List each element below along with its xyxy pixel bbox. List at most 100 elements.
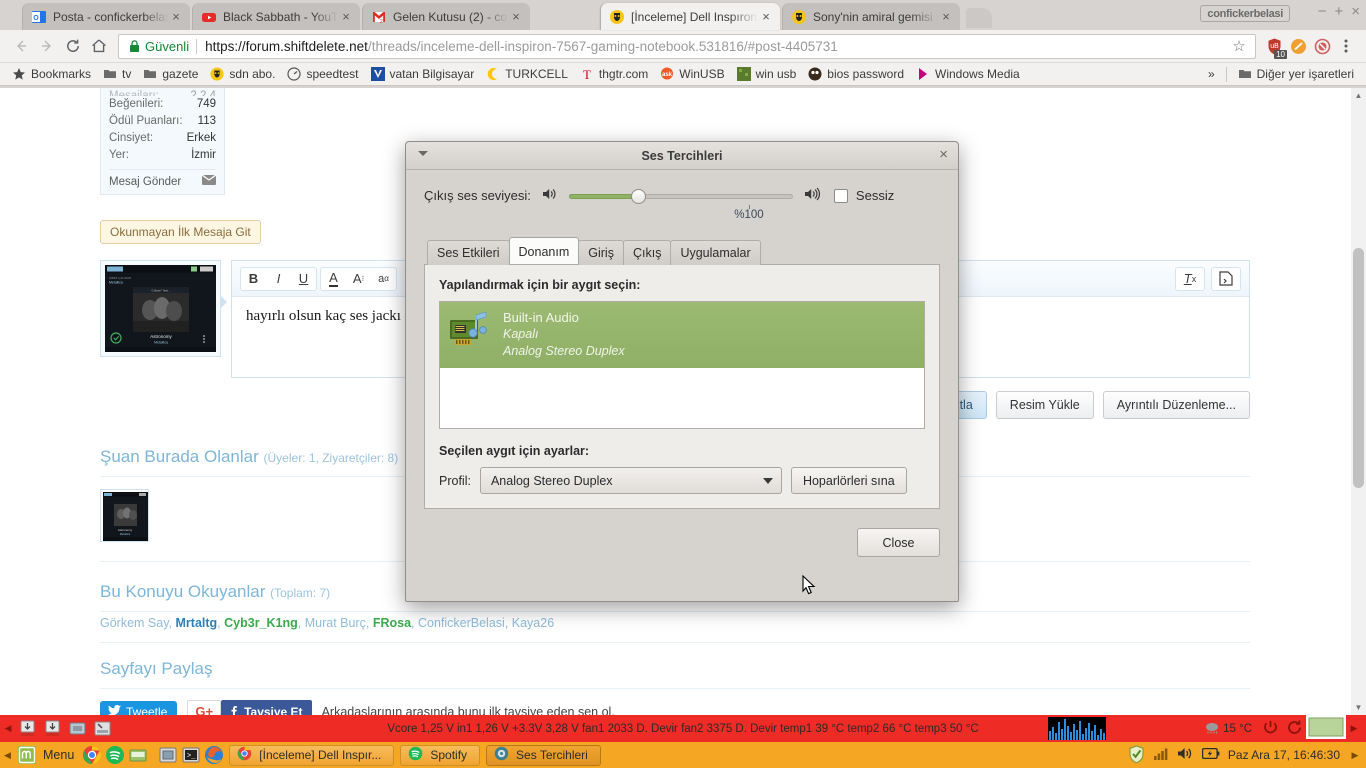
bookmark-item-7[interactable]: T thgtr.com (574, 64, 654, 84)
reader-link[interactable]: Murat Burç (305, 616, 366, 630)
forward-icon[interactable] (34, 33, 60, 59)
tab-output[interactable]: Çıkış (622, 240, 672, 265)
profile-select[interactable]: Analog Stereo Duplex (479, 467, 782, 494)
close-window-icon[interactable]: × (1351, 4, 1360, 20)
italic-icon[interactable]: I (266, 268, 291, 290)
scroll-up-icon[interactable]: ▲ (1351, 88, 1366, 103)
extension-icon-disabled[interactable] (1310, 33, 1334, 59)
disk-tool-icon[interactable] (91, 717, 114, 740)
power-icon[interactable] (1258, 719, 1282, 739)
bookmark-item-5[interactable]: vatan Bilgisayar (365, 64, 481, 84)
close-icon[interactable]: × (168, 9, 184, 25)
panel-expand-handle[interactable]: ▶ (1348, 750, 1362, 761)
font-size-icon[interactable]: A ⁝ (346, 268, 371, 290)
new-tab-button[interactable] (966, 8, 992, 28)
send-message-link[interactable]: Mesaj Gönder (109, 173, 217, 188)
back-icon[interactable] (8, 33, 34, 59)
dialog-titlebar[interactable]: Ses Tercihleri × (406, 142, 958, 170)
terminal-icon[interactable]: >_ (181, 745, 201, 765)
tab-sound-effects[interactable]: Ses Etkileri (427, 240, 510, 265)
close-icon[interactable]: × (939, 147, 948, 163)
chrome-menu-icon[interactable] (1334, 33, 1358, 59)
bookmark-item-3[interactable]: sdn abo. (204, 64, 281, 84)
font-family-icon[interactable]: aα (371, 268, 396, 290)
browser-tab-0[interactable]: O Posta - confickerbelasi@... × (22, 3, 190, 30)
bookmark-item-4[interactable]: speedtest (281, 64, 364, 84)
test-speakers-button[interactable]: Hoparlörleri sına (790, 467, 907, 494)
bookmarks-overflow-button[interactable]: » (1202, 64, 1221, 84)
usb-eject-icon[interactable] (41, 717, 64, 740)
close-icon[interactable]: × (758, 9, 774, 25)
files-icon[interactable] (128, 745, 148, 765)
close-button[interactable]: Close (857, 528, 940, 557)
scrollbar-thumb[interactable] (1353, 248, 1364, 488)
maximize-icon[interactable]: + (1334, 4, 1343, 20)
reader-link[interactable]: Cyb3r_K1ng (224, 616, 298, 630)
usb-eject-icon[interactable] (16, 717, 39, 740)
extension-icon-orange[interactable] (1286, 33, 1310, 59)
firefox-icon[interactable] (204, 745, 224, 765)
clock[interactable]: Paz Ara 17, 16:46:30 (1228, 748, 1340, 762)
sensors-chip-icon[interactable] (66, 717, 89, 740)
reader-link[interactable]: Görkem Say (100, 616, 169, 630)
bookmark-item-0[interactable]: Bookmarks (6, 64, 97, 84)
browser-tab-3-active[interactable]: [İnceleme] Dell Inspıron... × (600, 3, 780, 30)
bookmark-item-2[interactable]: gazete (137, 64, 204, 84)
readers-section-title[interactable]: Bu Konuyu Okuyanlar (100, 582, 265, 601)
browser-tab-2[interactable]: 2 Gelen Kutusu (2) - confi... × (362, 3, 530, 30)
page-scrollbar[interactable]: ▲ ▼ (1351, 88, 1366, 715)
bold-icon[interactable]: B (241, 268, 266, 290)
goto-first-unread-button[interactable]: Okunmayan İlk Mesaja Git (100, 220, 261, 244)
network-icon[interactable] (1153, 746, 1169, 764)
panel-collapse-handle[interactable]: ◀ (0, 750, 15, 761)
close-icon[interactable]: × (508, 9, 524, 25)
bookmark-item-10[interactable]: bios password (802, 64, 910, 84)
scroll-down-icon[interactable]: ▼ (1351, 700, 1366, 715)
toggle-bbcode-icon[interactable] (1212, 268, 1240, 290)
minimize-icon[interactable]: − (1318, 4, 1327, 20)
device-list[interactable]: Built-in Audio Kapalı Analog Stereo Dupl… (439, 301, 925, 429)
bookmark-item-6[interactable]: TURKCELL (480, 64, 574, 84)
ublock-extension-icon[interactable]: uB 10 (1262, 33, 1287, 59)
bookmark-item-1[interactable]: tv (97, 64, 137, 84)
bookmark-item-9[interactable]: win usb (731, 64, 803, 84)
mute-checkbox[interactable] (833, 188, 848, 203)
panel-collapse-handle[interactable]: ◀ (0, 723, 16, 734)
remove-format-icon[interactable]: Tx (1176, 268, 1204, 290)
reader-link[interactable]: Kaya26 (512, 616, 554, 630)
workspace-switcher-icon[interactable] (1306, 715, 1346, 742)
restart-icon[interactable] (1282, 719, 1306, 739)
screenshot-icon[interactable] (158, 745, 178, 765)
online-section-title[interactable]: Şuan Burada Olanlar (100, 447, 259, 466)
taskbar-window-sound-prefs[interactable]: Ses Tercihleri (486, 744, 601, 766)
close-icon[interactable]: × (338, 9, 354, 25)
font-color-icon[interactable]: A (321, 268, 346, 290)
mute-row[interactable]: Sessiz (833, 188, 894, 203)
slider-handle[interactable] (630, 188, 646, 204)
google-plus-button[interactable]: G+ (187, 700, 222, 715)
browser-tab-4[interactable]: Sony'nin amiral gemisi s... × (782, 3, 960, 30)
reader-link[interactable]: ConfickerBelasi (418, 616, 505, 630)
battery-icon[interactable] (1201, 747, 1220, 763)
tab-input[interactable]: Giriş (578, 240, 624, 265)
tweet-button[interactable]: Tweetle (100, 700, 178, 715)
underline-icon[interactable]: U (291, 268, 316, 290)
tab-applications[interactable]: Uygulamalar (670, 240, 761, 265)
spotify-icon[interactable] (105, 745, 125, 765)
bookmark-item-11[interactable]: Windows Media (910, 64, 1026, 84)
reader-link[interactable]: FRosa (373, 616, 411, 630)
browser-tab-1[interactable]: Black Sabbath - YouTube × (192, 3, 360, 30)
volume-icon[interactable] (1177, 746, 1194, 764)
upload-image-button[interactable]: Resim Yükle (995, 391, 1094, 419)
bookmark-star-icon[interactable]: ☆ (1229, 37, 1249, 55)
facebook-recommend-button[interactable]: Tavsiye Et (221, 700, 312, 715)
address-bar[interactable]: Güvenli https://forum.shiftdelete.net/th… (118, 33, 1256, 59)
window-menu-icon[interactable] (418, 151, 428, 156)
menu-button[interactable]: Menu (15, 745, 82, 765)
list-item[interactable]: Built-in Audio Kapalı Analog Stereo Dupl… (440, 302, 924, 368)
close-icon[interactable]: × (938, 9, 954, 25)
home-icon[interactable] (86, 33, 112, 59)
shield-icon[interactable] (1128, 744, 1145, 766)
taskbar-window-spotify[interactable]: Spotify (400, 744, 481, 766)
advanced-edit-button[interactable]: Ayrıntılı Düzenleme... (1102, 391, 1250, 419)
